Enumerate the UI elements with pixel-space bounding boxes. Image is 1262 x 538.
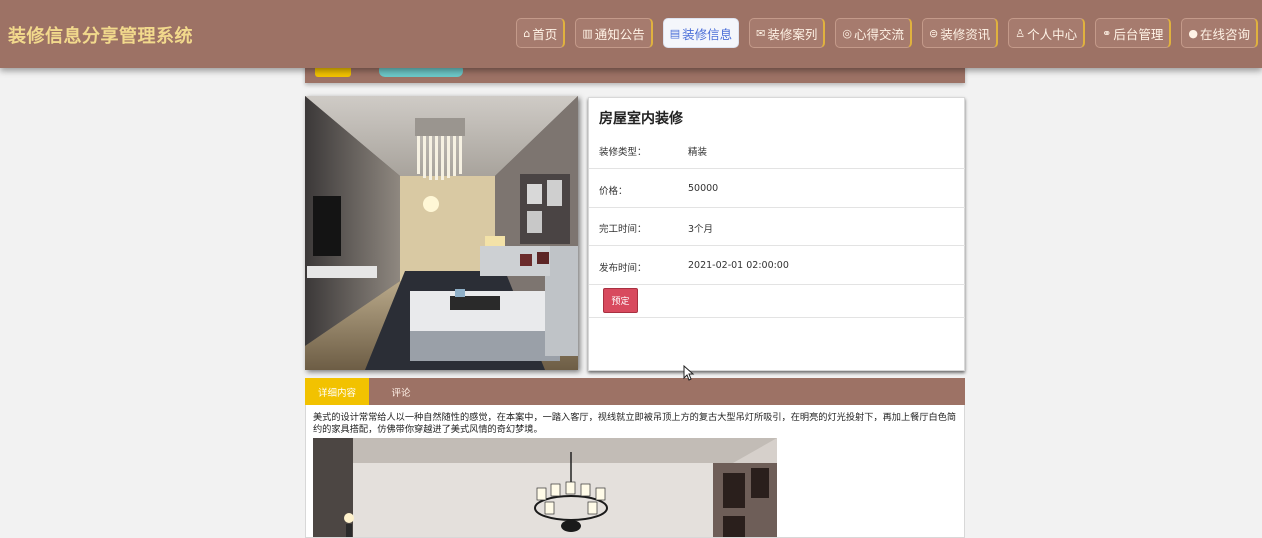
nav-home[interactable]: ⌂ 首页 — [516, 18, 566, 48]
nav-notice[interactable]: ▥ 通知公告 — [575, 18, 653, 48]
field-value: 50000 — [688, 183, 719, 194]
book-button[interactable]: 预定 — [603, 288, 638, 313]
nav-profile[interactable]: ♙ 个人中心 — [1008, 18, 1086, 48]
info-row-price: 价格： 50000 — [589, 169, 965, 208]
tab-details[interactable]: 详细内容 — [305, 378, 369, 405]
nav-label: 在线咨询 — [1199, 26, 1250, 42]
chat-icon: ◎ — [842, 26, 852, 40]
field-label: 装修类型： — [599, 147, 647, 158]
field-value: 3个月 — [688, 224, 714, 235]
detail-photo — [313, 438, 777, 537]
field-label: 完工时间： — [599, 224, 647, 235]
nav-admin[interactable]: ⚭ 后台管理 — [1095, 18, 1172, 48]
nav-cases[interactable]: ✉ 装修案列 — [749, 18, 826, 48]
info-row-type: 装修类型： 精装 — [589, 130, 965, 169]
product-info-panel: 房屋室内装修 装修类型： 精装 价格： 50000 完工时间： 3个月 发布时间… — [588, 97, 965, 371]
field-value: 2021-02-01 02:00:00 — [688, 260, 789, 271]
nav-consult[interactable]: ● 在线咨询 — [1181, 18, 1258, 48]
nav-decoration-info[interactable]: ▤ 装修信息 — [662, 18, 740, 48]
info-row-published: 发布时间： 2021-02-01 02:00:00 — [589, 246, 965, 285]
nav-label: 后台管理 — [1113, 26, 1164, 42]
nav-label: 装修信息 — [682, 26, 733, 42]
user-icon: ♙ — [1015, 26, 1026, 40]
chandelier-room-image — [313, 438, 777, 537]
field-value: 精装 — [688, 147, 708, 158]
nav-label: 心得交流 — [854, 26, 905, 42]
field-label: 价格： — [599, 186, 628, 197]
nav-news[interactable]: ⊜ 装修资讯 — [922, 18, 999, 48]
product-photo — [305, 96, 578, 370]
list-icon: ▤ — [669, 26, 681, 40]
news-icon: ⊜ — [929, 26, 939, 40]
consult-icon: ● — [1188, 26, 1198, 40]
tab-comments[interactable]: 评论 — [369, 378, 433, 405]
top-navbar: 装修信息分享管理系统 ⌂ 首页 ▥ 通知公告 ▤ 装修信息 ✉ 装修案列 ◎ 心… — [0, 0, 1262, 68]
nav-label: 首页 — [532, 26, 558, 42]
divider — [589, 317, 965, 318]
nav-label: 通知公告 — [594, 26, 645, 42]
detail-content: 美式的设计常常给人以一种自然随性的感觉，在本案中，一踏入客厅，视线就立即被吊顶上… — [305, 405, 965, 538]
nav-label: 装修案列 — [767, 26, 818, 42]
mouse-cursor-icon — [683, 365, 695, 381]
nav-label: 个人中心 — [1027, 26, 1078, 42]
detail-tabs: 详细内容 评论 — [305, 378, 965, 405]
case-icon: ✉ — [756, 26, 766, 40]
main-nav: ⌂ 首页 ▥ 通知公告 ▤ 装修信息 ✉ 装修案列 ◎ 心得交流 ⊜ 装修资讯 … — [516, 18, 1258, 48]
site-title: 装修信息分享管理系统 — [8, 26, 193, 47]
detail-description: 美式的设计常常给人以一种自然随性的感觉，在本案中，一踏入客厅，视线就立即被吊顶上… — [313, 412, 957, 435]
link-icon: ⚭ — [1102, 26, 1112, 40]
living-room-image — [305, 96, 578, 370]
nav-label: 装修资讯 — [940, 26, 991, 42]
field-label: 发布时间： — [599, 263, 647, 274]
nav-exchange[interactable]: ◎ 心得交流 — [835, 18, 913, 48]
product-title: 房屋室内装修 — [599, 111, 683, 127]
home-icon: ⌂ — [523, 26, 531, 40]
info-row-duration: 完工时间： 3个月 — [589, 207, 965, 246]
notice-icon: ▥ — [582, 26, 593, 40]
